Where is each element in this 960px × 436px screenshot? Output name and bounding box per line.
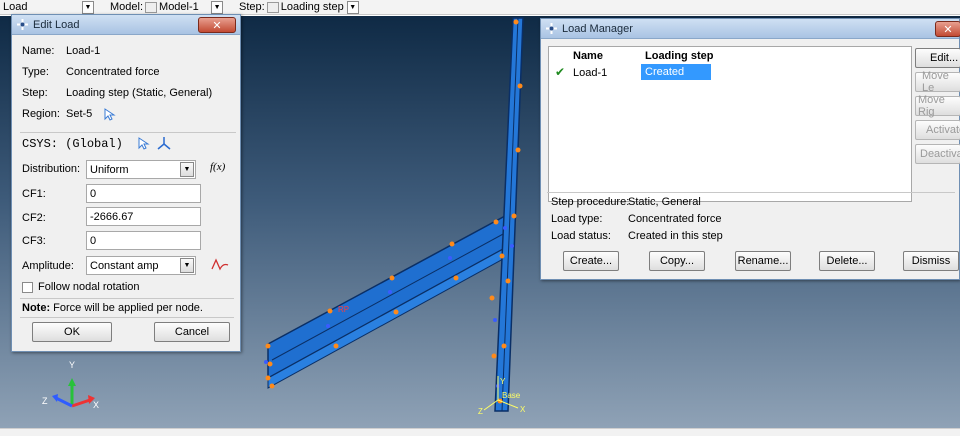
edit-load-titlebar[interactable]: Edit Load ✕ [12,15,240,35]
base-name-label: Base [502,391,521,400]
amplitude-value: Constant amp [90,259,159,272]
cf2-label: CF2: [22,212,46,224]
column-header-name: Name [573,50,603,62]
edit-button[interactable]: Edit... [915,48,960,68]
cf1-label: CF1: [22,188,46,200]
triad-x-label: X [93,400,99,410]
edit-load-dialog: Edit Load ✕ Name: Load-1 Type: Concentra… [11,14,241,352]
context-toolbar: Load ▼ Model: Model-1 ▼ Step: Loading st… [0,0,960,15]
close-button[interactable]: ✕ [198,17,236,33]
note-row: Note: Force will be applied per node. [22,302,203,314]
global-triad: Y Z X [42,360,99,410]
note-divider [20,298,234,299]
module-combo[interactable]: Load [0,1,82,14]
load-table[interactable]: Name Loading step ✔ Load-1 Created [548,46,912,202]
close-icon: ✕ [212,19,222,32]
delete-button[interactable]: Delete... [819,251,875,271]
load-manager-close-button[interactable]: ✕ [935,21,960,37]
step-label: Step: [239,1,265,13]
edit-region-icon[interactable] [102,107,116,121]
amplitude-combo[interactable]: Constant amp ▼ [86,256,196,275]
copy-button[interactable]: Copy... [649,251,705,271]
region-label: Region: [22,108,60,120]
move-left-button[interactable]: Move Le [915,70,960,94]
module-value: Load [3,1,28,13]
distribution-combo[interactable]: Uniform ▼ [86,160,196,179]
load-row-status[interactable]: Created [641,64,711,80]
csys-label: CSYS: [22,137,59,151]
close-icon: ✕ [943,23,953,36]
distribution-label: Distribution: [22,163,81,175]
status-bar [0,428,960,436]
distribution-value: Uniform [90,163,129,176]
base-x-label: X [520,405,526,414]
fx-button[interactable]: f(x) [210,161,225,173]
cf2-input[interactable] [86,207,201,226]
step-procedure-label: Step procedure: [551,196,630,208]
dismiss-button[interactable]: Dismiss [903,251,959,271]
load-type-label: Load type: [551,213,603,225]
rename-button[interactable]: Rename... [735,251,791,271]
active-check-icon: ✔ [555,65,566,79]
csys-create-icon[interactable] [156,135,172,151]
cf1-input[interactable] [86,184,201,203]
load-type-value: Concentrated force [628,213,722,225]
type-label: Type: [22,66,49,78]
csys-value: (Global) [65,137,123,151]
name-value: Load-1 [66,45,101,57]
module-dropdown-icon[interactable]: ▼ [82,0,94,14]
move-right-button[interactable]: Move Rig [915,94,960,118]
column-header-step: Loading step [645,50,714,62]
amplitude-create-icon[interactable] [211,258,229,272]
vertical-column[interactable] [494,17,524,412]
amplitude-dropdown-icon[interactable]: ▼ [180,258,194,273]
triad-y-label: Y [69,360,75,370]
step-dropdown-icon[interactable]: ▼ [346,0,359,14]
base-z-label: Z [478,407,483,416]
cf3-label: CF3: [22,235,46,247]
follow-rotation-row: Follow nodal rotation [22,281,140,293]
inclined-beam[interactable] [267,214,506,389]
type-value: Concentrated force [66,66,160,78]
step-list-icon[interactable] [266,1,279,13]
step-value: Loading step (Static, General) [66,87,213,99]
cancel-button[interactable]: Cancel [154,322,230,342]
step-value[interactable]: Loading step [281,1,347,13]
create-button[interactable]: Create... [563,251,619,271]
region-value: Set-5 [66,108,93,120]
step-label: Step: [22,87,48,99]
step-procedure-value: Static, General [628,196,701,208]
model-dropdown-icon[interactable]: ▼ [211,0,224,14]
note-text: Force will be applied per node. [53,302,203,314]
amplitude-label: Amplitude: [22,260,74,272]
abaqus-app-icon [546,23,557,34]
triad-z-label: Z [42,396,48,406]
model-list-icon[interactable] [145,1,158,13]
csys-select-icon[interactable] [136,136,150,150]
load-manager-dialog: Load Manager ✕ Name Loading step ✔ Load-… [540,18,960,280]
load-status-value: Created in this step [628,230,723,242]
edit-load-title: Edit Load [33,18,80,31]
load-row-name[interactable]: Load-1 [573,67,607,79]
buttons-divider [20,317,234,318]
model-value[interactable]: Model-1 [159,1,211,13]
deactivate-button[interactable]: Deactiva [915,144,960,164]
note-bold: Note: [22,302,51,314]
cf3-input[interactable] [86,231,201,250]
name-label: Name: [22,45,55,57]
follow-rotation-label: Follow nodal rotation [38,281,140,293]
abaqus-app-icon [17,19,28,30]
distribution-dropdown-icon[interactable]: ▼ [180,162,194,177]
load-manager-title: Load Manager [562,22,633,35]
ramp-label: RP [338,305,349,314]
load-info-section: Name: Load-1 Type: Concentrated force St… [20,41,236,133]
info-divider [547,192,955,193]
ok-button[interactable]: OK [32,322,112,342]
follow-rotation-checkbox[interactable] [22,281,33,293]
load-manager-titlebar[interactable]: Load Manager ✕ [541,19,960,39]
model-label: Model: [110,1,144,13]
activate-button[interactable]: Activate [915,120,960,140]
load-status-label: Load status: [551,230,611,242]
base-y-label: Y [500,377,506,386]
